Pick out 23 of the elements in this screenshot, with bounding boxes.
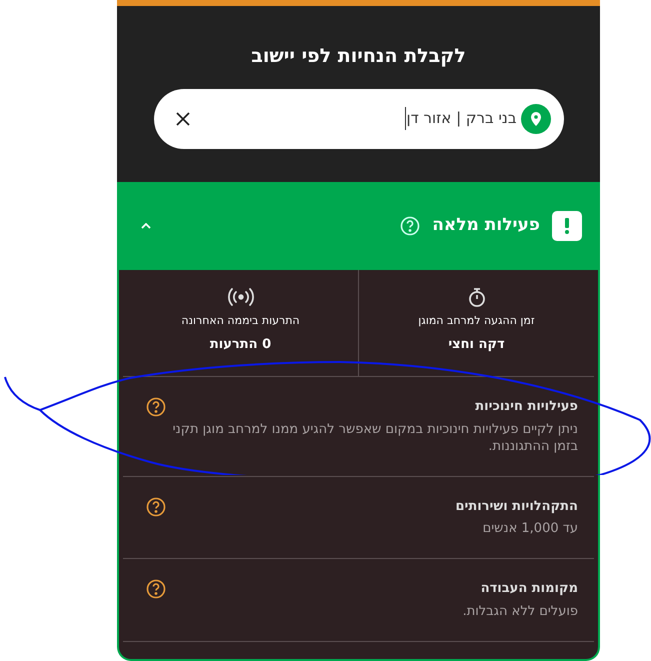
- guideline-text: פועלים ללא הגבלות.: [462, 602, 578, 620]
- help-icon[interactable]: [146, 579, 166, 599]
- guideline-title: פעילויות חינוכיות: [474, 398, 578, 416]
- help-icon[interactable]: [146, 397, 166, 417]
- page-title: לקבלת הנחיות לפי יישוב: [251, 44, 466, 69]
- stat-value: דקה וחצי: [448, 336, 505, 354]
- search-value: בני ברק | אזור דן: [404, 107, 516, 130]
- chevron-up-icon[interactable]: [141, 223, 151, 229]
- help-icon[interactable]: [146, 496, 166, 516]
- broadcast-icon: [226, 287, 254, 307]
- stat-label: התרעות ביממה האחרונה: [181, 313, 300, 329]
- search-field[interactable]: בני ברק | אזור דן: [154, 88, 564, 148]
- guideline-text: עד 1,000 אנשים: [482, 520, 578, 537]
- location-pin-icon: [520, 104, 550, 134]
- stat-label: זמן ההגעה למרחב המוגן: [418, 313, 535, 329]
- guideline-title: מקומות העבודה: [480, 580, 578, 598]
- stat-value: 0 התרעות: [210, 336, 272, 354]
- guideline-text: ניתן לקיים פעילויות חינוכיות במקום שאפשר להגיע ממנו למרחב מוגן תקני בזמן ההתגוננות.: [172, 420, 578, 454]
- status-title: פעילות מלאה: [432, 214, 540, 238]
- guideline-title: התקהלויות ושירותים: [454, 498, 578, 516]
- close-icon[interactable]: [176, 112, 190, 126]
- stopwatch-icon: [468, 287, 486, 307]
- alert-icon: [552, 211, 582, 241]
